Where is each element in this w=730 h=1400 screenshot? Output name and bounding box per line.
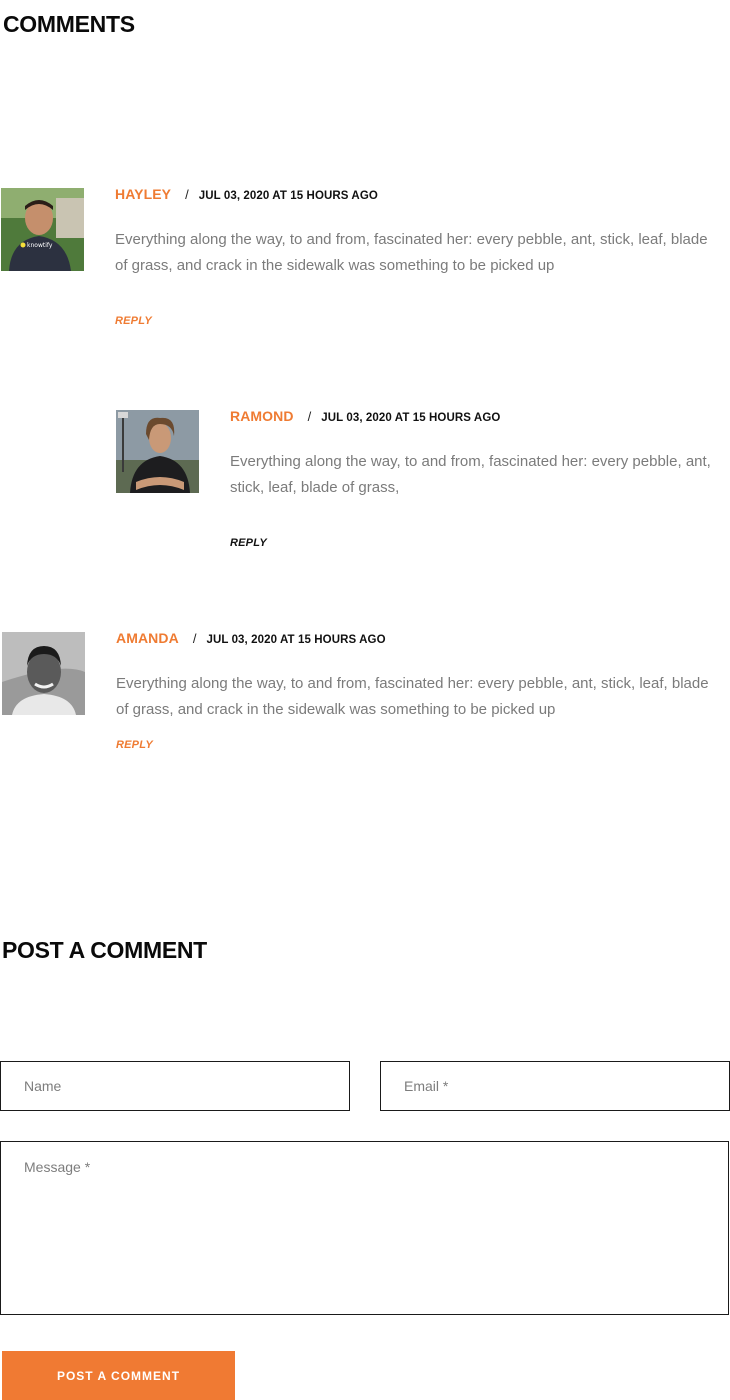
comments-heading: COMMENTS [3,11,135,37]
comment-text: Everything along the way, to and from, f… [115,231,708,274]
avatar [116,410,199,493]
avatar-ramond-image [116,410,199,493]
comment-author[interactable]: AMANDA [116,630,179,646]
comment-meta: AMANDA / JUL 03, 2020 AT 15 HOURS AGO [116,630,386,646]
reply-link[interactable]: REPLY [115,315,152,327]
meta-separator: / [192,631,197,646]
reply-link[interactable]: REPLY [116,739,153,751]
email-field[interactable] [380,1061,730,1111]
comment-meta: RAMOND / JUL 03, 2020 AT 15 HOURS AGO [230,408,500,424]
post-comment-button[interactable]: POST A COMMENT [2,1351,235,1400]
avatar [2,632,85,715]
avatar-amanda-image [2,632,85,715]
avatar-shirt-text: knowtify [27,242,53,249]
meta-separator: / [307,409,312,424]
comment-text: Everything along the way, to and from, f… [116,675,709,718]
comment-author[interactable]: HAYLEY [115,186,171,202]
comment-author[interactable]: RAMOND [230,408,294,424]
post-comment-heading: POST A COMMENT [2,937,207,963]
comment-date: JUL 03, 2020 AT 15 HOURS AGO [198,190,378,202]
comment-meta: HAYLEY / JUL 03, 2020 AT 15 HOURS AGO [115,186,378,202]
avatar-hayley-image: knowtify [1,188,84,271]
name-field[interactable] [0,1061,350,1111]
avatar: knowtify [1,188,84,271]
meta-separator: / [185,187,189,202]
message-field[interactable] [0,1141,729,1315]
comment-date: JUL 03, 2020 AT 15 HOURS AGO [206,634,386,646]
comment-text: Everything along the way, to and from, f… [230,453,711,496]
reply-link[interactable]: REPLY [230,537,267,549]
comment-date: JUL 03, 2020 AT 15 HOURS AGO [321,412,501,424]
